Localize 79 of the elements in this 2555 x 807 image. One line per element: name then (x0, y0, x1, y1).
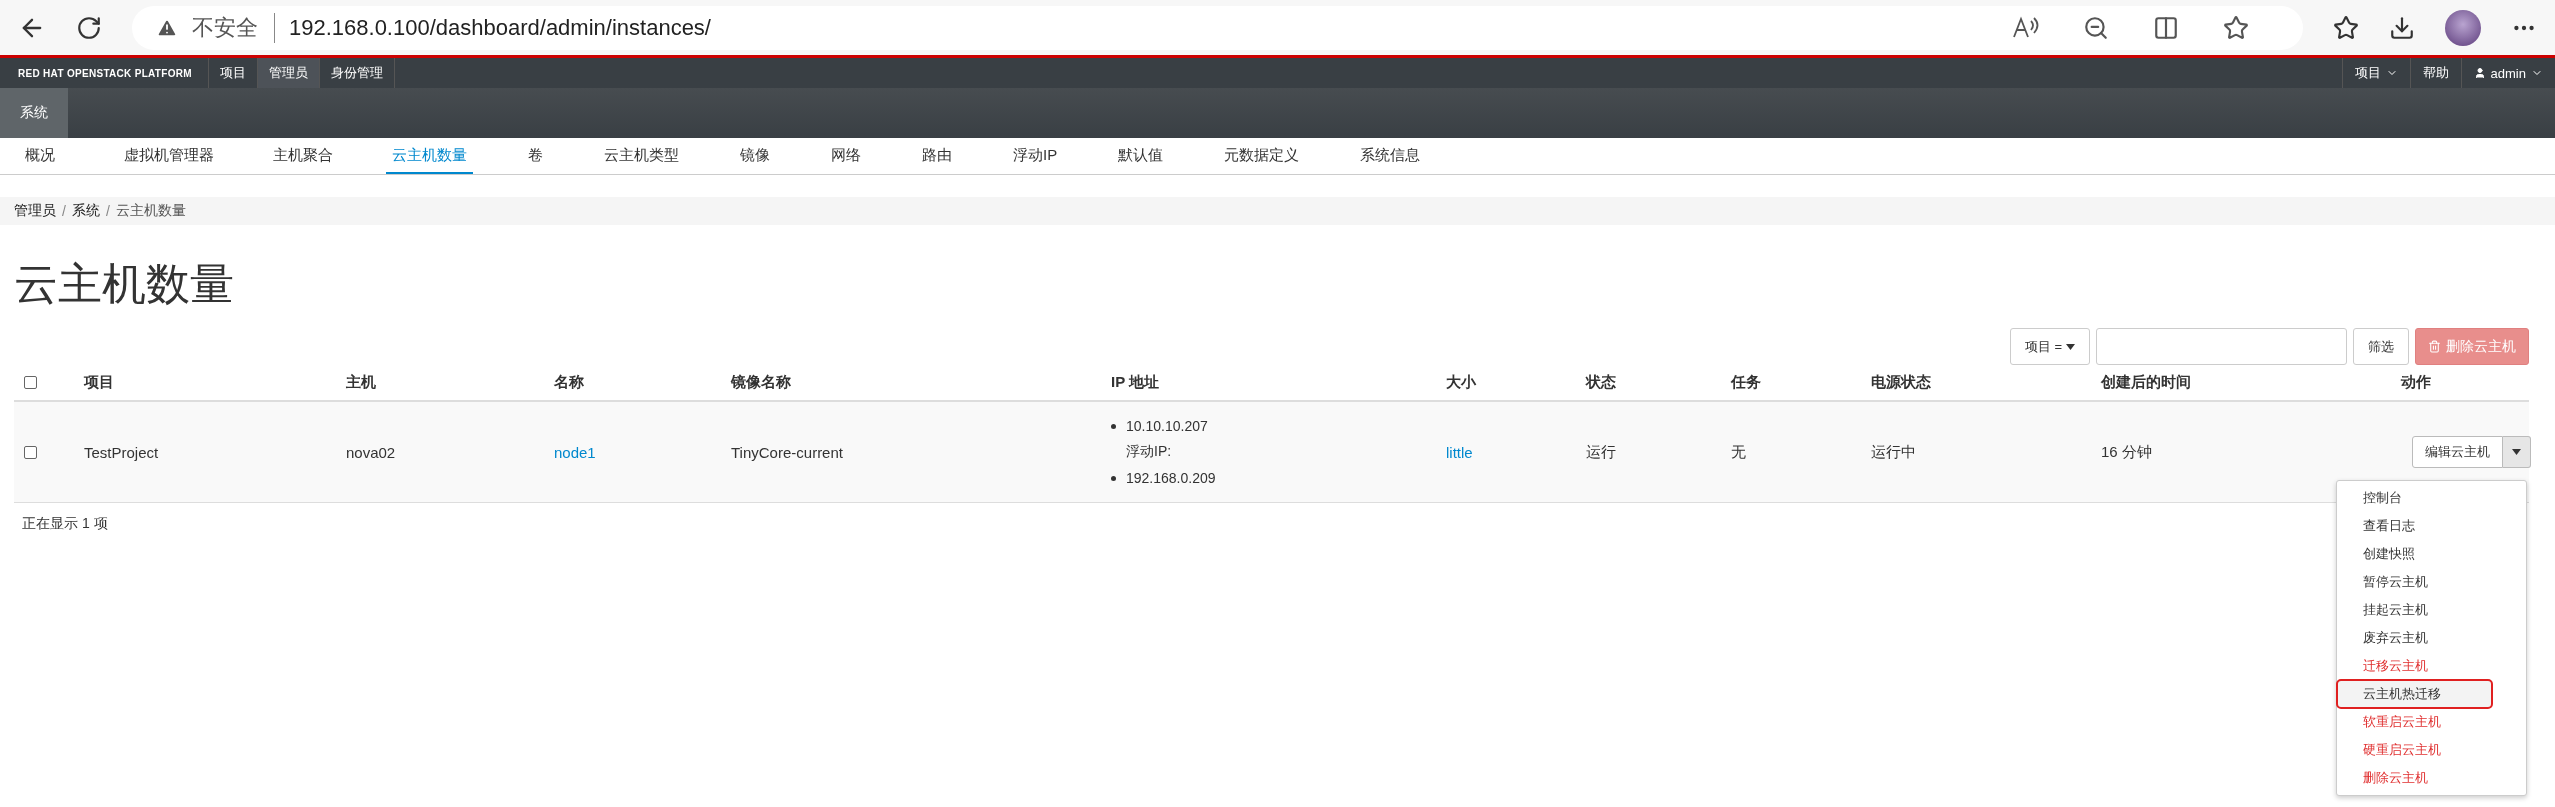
actions-dropdown-toggle[interactable] (2503, 436, 2531, 468)
sub-nav-tab[interactable]: 概况 (19, 138, 61, 174)
column-header: IP 地址 (1111, 373, 1161, 392)
column-header: 项目 (84, 373, 115, 392)
row-checkbox[interactable] (24, 445, 37, 459)
age-cell-text: 16 分钟 (2101, 442, 2153, 462)
filter-input[interactable] (2096, 328, 2347, 365)
menu-item[interactable]: 控制台 (2337, 484, 2526, 512)
zoom-out-icon[interactable] (2083, 14, 2109, 41)
menu-item[interactable]: 废弃云主机 (2337, 624, 2526, 652)
select-all-checkbox[interactable] (24, 376, 37, 389)
power-cell-text: 运行中 (1871, 442, 1917, 462)
reload-icon[interactable] (76, 14, 102, 41)
breadcrumb-separator: / (62, 203, 66, 219)
sub-nav-tab[interactable]: 虚拟机管理器 (118, 138, 220, 174)
menu-item[interactable]: 删除云主机 (2337, 764, 2526, 792)
floating-ip-address: 192.168.0.209 (1126, 470, 1216, 486)
status-cell-text: 运行 (1586, 442, 1617, 462)
sub-nav-tab[interactable]: 镜像 (734, 138, 776, 174)
column-header: 电源状态 (1871, 373, 1932, 392)
host-cell-text: nova02 (346, 443, 397, 461)
image-cell-text: TinyCore-current (731, 443, 844, 461)
add-favorite-icon[interactable] (2223, 14, 2249, 41)
column-header: 任务 (1731, 373, 1762, 392)
sub-nav-tab[interactable]: 默认值 (1112, 138, 1170, 174)
sub-nav-tab[interactable]: 元数据定义 (1218, 138, 1306, 174)
page-title: 云主机数量 (14, 258, 235, 310)
url-text: 192.168.0.100/dashboard/admin/instances/ (289, 14, 711, 41)
edit-instance-button[interactable]: 编辑云主机 (2412, 436, 2503, 468)
column-header: 创建后的时间 (2101, 373, 2192, 392)
breadcrumb-item[interactable]: 系统 (71, 202, 100, 220)
item-count: 正在显示 1 项 (22, 515, 108, 533)
bullet-icon (1111, 475, 1116, 481)
column-header: 状态 (1586, 373, 1617, 392)
task-cell-text: 无 (1731, 442, 1747, 462)
trash-icon (2428, 340, 2441, 353)
menu-item[interactable]: 查看日志 (2337, 512, 2526, 540)
filter-button[interactable]: 筛选 (2353, 328, 2409, 365)
sub-nav-tab[interactable]: 卷 (522, 138, 549, 174)
instance-name-link[interactable]: node1 (554, 443, 731, 461)
download-icon[interactable] (2389, 14, 2415, 41)
favorites-icon[interactable] (2333, 14, 2359, 41)
sub-nav-tab[interactable]: 路由 (916, 138, 958, 174)
split-screen-icon[interactable] (2153, 14, 2179, 41)
sub-nav-tab[interactable]: 主机聚合 (267, 138, 339, 174)
sub-nav-tab[interactable]: 浮动IP (1007, 138, 1064, 174)
menu-item[interactable]: 云主机热迁移 (2337, 680, 2492, 708)
breadcrumb-item[interactable]: 管理员 (14, 202, 56, 220)
menu-item[interactable]: 软重启云主机 (2337, 708, 2526, 736)
menu-item[interactable]: 暂停云主机 (2337, 568, 2526, 596)
profile-avatar[interactable] (2445, 9, 2481, 46)
column-header: 动作 (2401, 373, 2432, 392)
sub-nav-tab[interactable]: 云主机数量 (386, 138, 473, 174)
menu-item[interactable]: 创建快照 (2337, 540, 2526, 568)
column-header: 大小 (1446, 373, 1477, 392)
column-header: 主机 (346, 373, 377, 392)
caret-icon (2066, 343, 2075, 350)
top-nav-tab[interactable]: 管理员 (257, 58, 320, 88)
caret-icon (2512, 449, 2521, 455)
filter-field-dropdown[interactable]: 项目 = (2009, 328, 2090, 365)
floating-ip-label: 浮动IP: (1125, 443, 1173, 461)
menu-item[interactable]: 迁移云主机 (2337, 652, 2526, 680)
menu-item[interactable]: 挂起云主机 (2337, 596, 2526, 624)
user-icon (2473, 67, 2486, 79)
sub-nav-tab[interactable]: 系统信息 (1354, 138, 1427, 174)
column-header: 名称 (554, 373, 585, 392)
bullet-icon (1111, 423, 1116, 429)
ip-address: 10.10.10.207 (1126, 418, 1208, 434)
project-cell-text: TestProject (84, 443, 160, 461)
size-link[interactable]: little (1446, 443, 1586, 461)
section-tab[interactable]: 系统 (0, 88, 68, 138)
breadcrumb-separator: / (105, 203, 110, 219)
sub-nav-tab[interactable]: 云主机类型 (598, 138, 685, 174)
address-bar[interactable]: 不安全 192.168.0.100/dashboard/admin/instances/ (132, 5, 2303, 50)
security-label: 不安全 (192, 12, 275, 43)
menu-item[interactable]: 硬重启云主机 (2337, 736, 2526, 764)
breadcrumb-item: 云主机数量 (115, 202, 186, 220)
sub-nav-tab[interactable]: 网络 (825, 138, 867, 174)
column-header: 镜像名称 (731, 373, 792, 392)
